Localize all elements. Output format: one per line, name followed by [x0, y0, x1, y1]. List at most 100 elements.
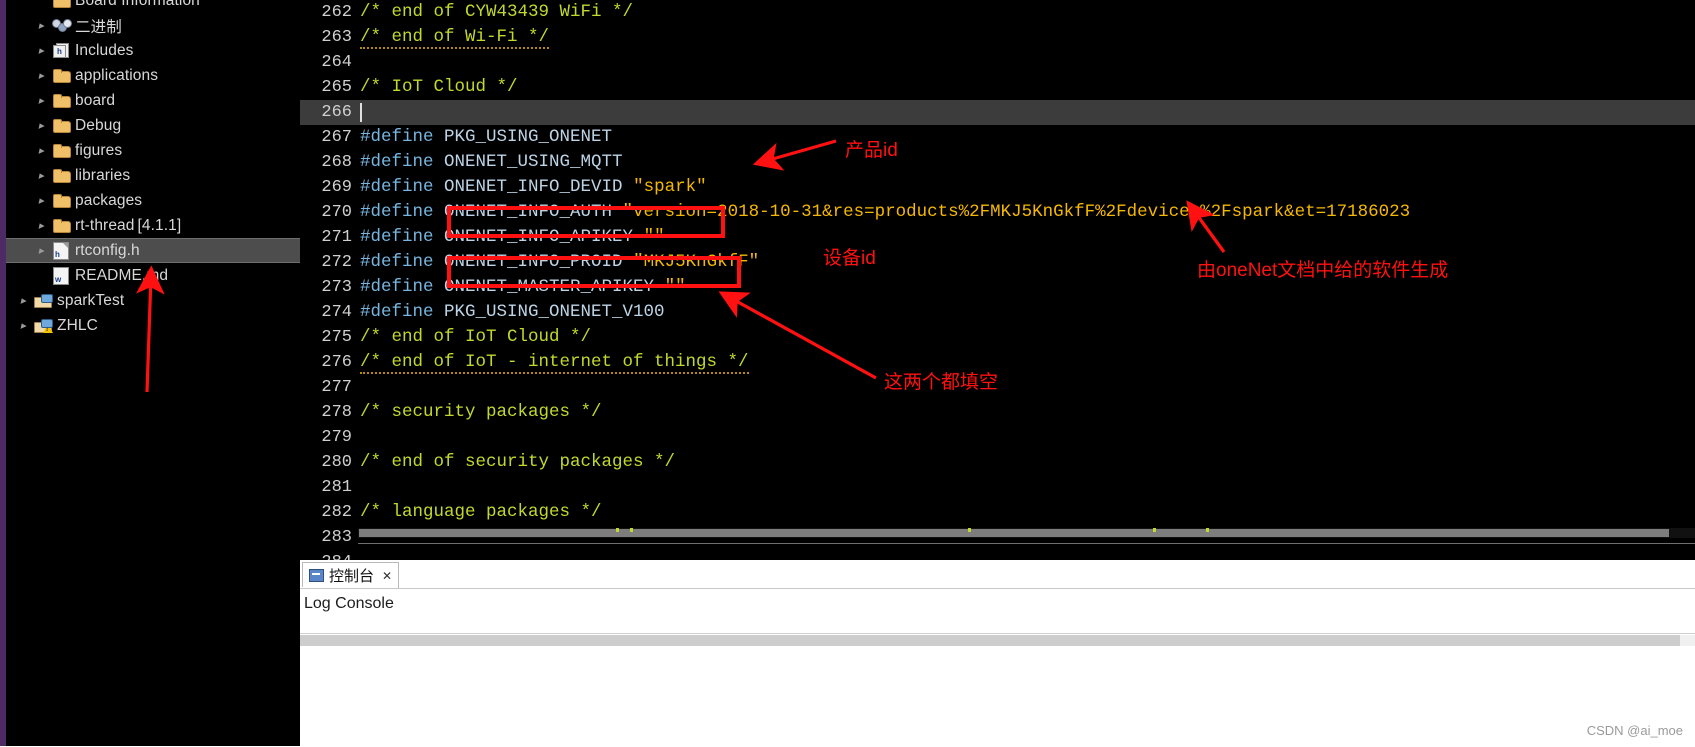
line-number: 264 [321, 53, 352, 72]
code-token: #define [360, 127, 434, 147]
project-explorer[interactable]: Board Information ▸ 二进制 ▸ Includes ▸ applicati… [0, 0, 300, 746]
sidebar-item-zhlc[interactable]: ▸ ZHLC [6, 313, 300, 338]
sidebar-item-includes[interactable]: ▸ Includes [6, 38, 300, 63]
binary-icon [50, 18, 72, 33]
code-line[interactable]: #define ONENET_INFO_DEVID "spark" [358, 175, 1695, 200]
tab-console[interactable]: 控制台 ✕ [302, 562, 400, 588]
includes-icon [50, 43, 72, 58]
code-line[interactable]: /* security packages */ [358, 400, 1695, 425]
code-line[interactable]: #define ONENET_INFO_AUTH "version=2018-1… [358, 200, 1695, 225]
sidebar-item-rtconfig.h[interactable]: ▸ rtconfig.h [6, 238, 300, 263]
code-line[interactable]: /* end of IoT Cloud */ [358, 325, 1695, 350]
console-horizontal-scrollbar[interactable] [300, 635, 1695, 646]
sidebar-item-label: packages [75, 191, 143, 209]
code-editor[interactable]: 262 263 264 265 266 267 268 269 270 271 272 273 274 2… [300, 0, 1695, 560]
markdown-file-icon [50, 266, 72, 285]
line-number: 278 [321, 403, 352, 422]
sidebar-item-libraries[interactable]: ▸ libraries [6, 163, 300, 188]
code-token: /* end of IoT Cloud */ [360, 327, 592, 347]
folder-icon [50, 144, 72, 158]
sidebar-item-label: ZHLC [57, 316, 98, 334]
sidebar-item-label: rt-thread [75, 216, 135, 234]
expand-arrow-icon[interactable]: ▸ [33, 94, 52, 107]
sidebar-item-applications[interactable]: ▸ applications [6, 63, 300, 88]
code-line[interactable] [358, 425, 1695, 450]
code-line[interactable]: #define ONENET_INFO_APIKEY "" [358, 225, 1695, 250]
expand-arrow-icon[interactable]: ▸ [33, 69, 52, 82]
expand-arrow-icon[interactable]: ▸ [33, 119, 52, 132]
folder-icon [50, 119, 72, 133]
folder-glyph [52, 69, 71, 83]
markdown-file-glyph [53, 266, 69, 285]
line-number: 269 [321, 178, 352, 197]
code-token: #define [360, 252, 434, 272]
code-line[interactable]: /* end of security packages */ [358, 450, 1695, 475]
code-token: #define [360, 302, 434, 322]
header-file-icon [50, 241, 72, 260]
sidebar-item-rt-thread[interactable]: ▸ rt-thread [4.1.1] [6, 213, 300, 238]
expand-arrow-icon[interactable]: ▸ [33, 219, 52, 232]
sidebar-item-readme.md[interactable]: README.md [6, 263, 300, 288]
includes-glyph [53, 43, 69, 58]
expand-arrow-icon[interactable]: ▸ [33, 194, 52, 207]
code-line[interactable] [358, 50, 1695, 75]
line-number: 280 [321, 453, 352, 472]
code-line[interactable]: /* end of CYW43439 WiFi */ [358, 0, 1695, 25]
code-line[interactable]: /* end of Wi-Fi */ [358, 25, 1695, 50]
scrollbar-thumb[interactable] [359, 529, 1670, 537]
line-number: 262 [321, 3, 352, 22]
folder-icon [50, 0, 72, 8]
sidebar-item-packages[interactable]: ▸ packages [6, 188, 300, 213]
code-line[interactable] [358, 475, 1695, 500]
sidebar-item-board-information[interactable]: Board Information [6, 0, 300, 13]
project-glyph [33, 318, 53, 333]
sidebar-item-board[interactable]: ▸ board [6, 88, 300, 113]
sidebar-item--[interactable]: ▸ 二进制 [6, 13, 300, 38]
scroll-marker [630, 528, 633, 532]
sidebar-item-sparktest[interactable]: ▸ sparkTest [6, 288, 300, 313]
code-line[interactable]: #define ONENET_MASTER_APIKEY "" [358, 275, 1695, 300]
code-token: ONENET_USING_MQTT [433, 152, 623, 172]
editor-horizontal-scrollbar[interactable] [358, 528, 1695, 538]
project-tree[interactable]: Board Information ▸ 二进制 ▸ Includes ▸ applicati… [6, 0, 300, 338]
sidebar-item-label: Board Information [75, 0, 200, 9]
line-number: 279 [321, 428, 352, 447]
code-line[interactable]: /* language packages */ [358, 500, 1695, 525]
code-line[interactable]: #define ONENET_USING_MQTT [358, 150, 1695, 175]
expand-arrow-icon[interactable]: ▸ [33, 19, 52, 32]
code-line[interactable]: /* IoT Cloud */ [358, 75, 1695, 100]
code-line[interactable]: #define PKG_USING_ONENET_V100 [358, 300, 1695, 325]
code-token: "version=2018-10-31&res=products%2FMKJ5K… [622, 202, 1411, 222]
expand-arrow-icon[interactable]: ▸ [15, 294, 34, 307]
code-line[interactable] [358, 375, 1695, 400]
code-token: ONENET_INFO_AUTH [433, 202, 623, 222]
expand-arrow-icon[interactable]: ▸ [33, 244, 52, 257]
text-caret [360, 103, 362, 122]
folder-icon [50, 194, 72, 208]
sidebar-item-label: 二进制 [75, 18, 122, 36]
expand-arrow-icon[interactable]: ▸ [15, 319, 34, 332]
log-console-label: Log Console [304, 595, 394, 612]
sidebar-item-figures[interactable]: ▸ figures [6, 138, 300, 163]
sidebar-item-debug[interactable]: ▸ Debug [6, 113, 300, 138]
code-token: ONENET_INFO_APIKEY [433, 227, 644, 247]
code-line[interactable]: #define ONENET_INFO_PROID "MKJ5KnGkfF" [358, 250, 1695, 275]
expand-arrow-icon[interactable]: ▸ [33, 169, 52, 182]
code-text-area[interactable]: /* end of CYW43439 WiFi */ /* end of Wi-F… [358, 0, 1695, 560]
sidebar-item-label: libraries [75, 166, 131, 184]
console-output[interactable]: Log Console [300, 588, 1695, 747]
expand-arrow-icon[interactable]: ▸ [33, 144, 52, 157]
line-number: 271 [321, 228, 352, 247]
code-line[interactable]: /* end of IoT - internet of things */ [358, 350, 1695, 375]
folder-glyph [52, 219, 71, 233]
code-line[interactable] [358, 550, 1695, 560]
code-line[interactable]: #define PKG_USING_ONENET [358, 125, 1695, 150]
code-line[interactable] [358, 100, 1695, 125]
expand-arrow-icon[interactable]: ▸ [33, 44, 52, 57]
code-token: ONENET_INFO_DEVID [433, 177, 634, 197]
console-scrollbar-thumb[interactable] [300, 635, 1680, 646]
folder-glyph [52, 169, 71, 183]
close-icon[interactable]: ✕ [382, 569, 392, 583]
code-token: /* end of Wi-Fi */ [360, 27, 550, 49]
header-file-glyph [53, 241, 69, 260]
